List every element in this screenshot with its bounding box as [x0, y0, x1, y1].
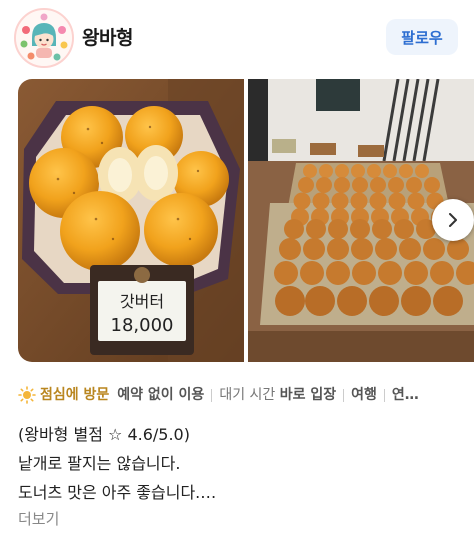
avatar[interactable] [14, 8, 74, 68]
visit-tags: 점심에 방문 예약 없이 이용 대기 시간 바로 입장 여행 연… [18, 384, 474, 406]
carousel-next-button[interactable] [432, 199, 474, 241]
tag-divider [383, 388, 385, 402]
review-line: (왕바형 별점 ☆ 4.6/5.0) [18, 425, 190, 444]
review-line: 도너츠 맛은 아주 좋습니다.… [18, 483, 217, 502]
tag-purpose: 여행 [351, 387, 377, 403]
sun-icon [18, 386, 36, 404]
tag-divider [211, 388, 213, 402]
tag-companion: 연… [391, 387, 419, 403]
photo-bread-box[interactable]: 갓버터 18,000 [18, 79, 244, 362]
tag-reservation: 예약 없이 이용 [117, 387, 205, 403]
price-sign-name: 갓버터 [120, 292, 164, 311]
price-sign-price: 18,000 [111, 315, 174, 336]
chevron-right-icon [449, 213, 457, 227]
tag-wait-value: 바로 입장 [279, 387, 337, 403]
username[interactable]: 왕바형 [82, 23, 133, 50]
review-text[interactable]: (왕바형 별점 ☆ 4.6/5.0) 낱개로 팔지는 않습니다. 도너츠 맛은 … [18, 420, 458, 507]
photo-carousel[interactable]: 갓버터 18,000 [18, 79, 474, 362]
more-link[interactable]: 더보기 [18, 508, 59, 529]
avatar-icon [16, 10, 72, 66]
tag-visit-time: 점심에 방문 [40, 387, 110, 403]
review-header: 왕바형 팔로우 [0, 0, 474, 76]
tag-wait-label: 대기 시간 [219, 387, 276, 403]
tag-divider [343, 388, 345, 402]
review-line: 낱개로 팔지는 않습니다. [18, 454, 181, 473]
follow-button[interactable]: 팔로우 [386, 19, 458, 55]
